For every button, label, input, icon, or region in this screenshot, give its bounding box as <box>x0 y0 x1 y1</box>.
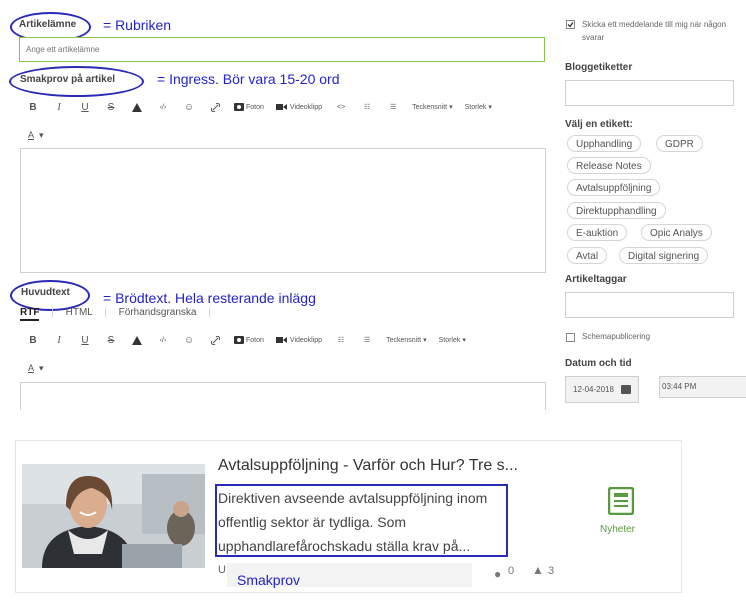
tag-avtalsuppfoljning[interactable]: Avtalsuppföljning <box>567 179 661 196</box>
underline-button[interactable]: U <box>78 100 92 114</box>
preview-excerpt: Direktiven avseende avtalsuppföljning in… <box>218 486 487 558</box>
size-dropdown[interactable]: Storlek ▾ <box>439 333 466 347</box>
time-value: 03:44 PM <box>662 382 697 391</box>
tag-digital-signering[interactable]: Digital signering <box>619 247 709 264</box>
preview-title[interactable]: Avtalsuppföljning - Varför och Hur? Tre … <box>218 457 518 475</box>
summary-label: Smakprov på artikel <box>20 74 116 85</box>
news-icon <box>608 487 634 515</box>
photo-button[interactable]: Foton <box>234 333 264 347</box>
tag-opic-analys[interactable]: Opic Analys <box>641 224 712 241</box>
emoji-icon[interactable]: ☺ <box>182 100 196 114</box>
comments-icon[interactable]: ● <box>494 567 501 581</box>
datetime-label: Datum och tid <box>565 358 632 369</box>
font-dropdown-label: Teckensnitt <box>412 103 448 111</box>
title-label: Artikelämne <box>19 19 77 30</box>
video-icon <box>275 337 283 343</box>
code-button[interactable]: ‹/› <box>156 333 170 347</box>
italic-button[interactable]: I <box>52 100 66 114</box>
calendar-icon[interactable] <box>621 385 631 394</box>
blog-tags-input[interactable] <box>565 80 734 106</box>
tab-rtf[interactable]: RTF <box>20 307 40 321</box>
ordered-list-icon[interactable]: ☷ <box>360 100 374 114</box>
font-dropdown[interactable]: Teckensnitt ▾ <box>386 333 427 347</box>
unordered-list-icon[interactable]: ☰ <box>360 333 374 347</box>
summary-annotation: = Ingress. Bör vara 15-20 ord <box>157 71 340 87</box>
video-button[interactable]: Videoklipp <box>275 333 323 347</box>
photo-label: Foton <box>246 103 264 111</box>
summary-toolbar: B I U S ‹/› ☺ Foton Videoklipp <> ☷ ☰ Te… <box>26 100 504 114</box>
unordered-list-icon[interactable]: ☰ <box>386 100 400 114</box>
font-color-button[interactable]: A ▾ <box>28 363 44 374</box>
article-thumbnail <box>22 464 205 568</box>
notify-label: Skicka ett meddelande till mig när någon… <box>582 20 727 42</box>
video-label: Videoklipp <box>289 336 323 344</box>
title-input[interactable] <box>19 37 545 62</box>
body-tabs: RTF | HTML | Förhandsgranska | <box>20 307 220 321</box>
tab-preview[interactable]: Förhandsgranska <box>119 307 197 318</box>
tab-html[interactable]: HTML <box>66 307 93 318</box>
video-button[interactable]: Videoklipp <box>275 100 323 114</box>
source-button[interactable]: <> <box>334 100 348 114</box>
strikethrough-button[interactable]: S <box>104 333 118 347</box>
video-icon <box>275 104 283 110</box>
italic-button[interactable]: I <box>52 333 66 347</box>
code-button[interactable]: ‹/› <box>156 100 170 114</box>
likes-count: 3 <box>548 565 555 577</box>
font-dropdown-label: Teckensnitt <box>386 336 422 344</box>
category-label: Nyheter <box>600 524 636 535</box>
excerpt-line: Direktiven avseende avtalsuppföljning in… <box>218 490 488 506</box>
schedule-checkbox[interactable] <box>566 333 575 342</box>
schedule-label: Schemapublicering <box>582 332 651 341</box>
font-color-label: A <box>28 130 35 140</box>
font-color-label: A <box>28 363 35 373</box>
time-input[interactable]: 03:44 PM <box>659 376 746 398</box>
bold-button[interactable]: B <box>26 333 40 347</box>
tag-avtal[interactable]: Avtal <box>567 247 608 264</box>
title-annotation: = Rubriken <box>103 17 172 33</box>
warning-icon[interactable] <box>130 100 144 114</box>
comments-count: 0 <box>508 565 515 577</box>
bold-button[interactable]: B <box>26 100 40 114</box>
link-icon[interactable] <box>208 333 222 347</box>
tag-gdpr[interactable]: GDPR <box>656 135 703 152</box>
size-dropdown-label: Storlek <box>438 336 461 344</box>
article-tags-input[interactable] <box>565 292 734 318</box>
tag-e-auktion[interactable]: E-auktion <box>567 224 628 241</box>
underline-button[interactable]: U <box>78 333 92 347</box>
tag-release-notes[interactable]: Release Notes <box>567 157 651 174</box>
warning-icon[interactable] <box>130 333 144 347</box>
article-tags-label: Artikeltaggar <box>565 274 627 285</box>
date-input[interactable]: 12-04-2018 <box>565 376 639 403</box>
body-toolbar: B I U S ‹/› ☺ Foton Videoklipp ☷ ☰ Tecke… <box>26 333 478 347</box>
size-dropdown-label: Storlek <box>464 103 487 111</box>
emoji-icon[interactable]: ☺ <box>182 333 196 347</box>
excerpt-annotation: Smakprov <box>237 572 301 588</box>
tag-upphandling[interactable]: Upphandling <box>567 135 642 152</box>
body-label: Huvudtext <box>21 287 70 298</box>
photo-button[interactable]: Foton <box>234 100 264 114</box>
camera-icon <box>234 336 244 344</box>
link-icon[interactable] <box>208 100 222 114</box>
date-value: 12-04-2018 <box>573 385 614 394</box>
excerpt-line: upphandlarefårochskadu ställa krav på... <box>218 538 471 554</box>
body-annotation: = Brödtext. Hela resterande inlägg <box>103 290 316 306</box>
author-initial: U <box>218 564 226 576</box>
excerpt-line: offentlig sektor är tydliga. Som <box>218 514 407 530</box>
strikethrough-button[interactable]: S <box>104 100 118 114</box>
summary-editor[interactable] <box>20 148 546 273</box>
video-label: Videoklipp <box>289 103 323 111</box>
likes-icon[interactable]: ▲ <box>532 563 544 577</box>
article-preview-card[interactable]: Avtalsuppföljning - Varför och Hur? Tre … <box>15 440 682 593</box>
blog-tags-label: Bloggetiketter <box>565 62 633 73</box>
font-dropdown[interactable]: Teckensnitt ▾ <box>412 100 453 114</box>
notify-checkbox[interactable] <box>566 20 575 29</box>
photo-label: Foton <box>246 336 264 344</box>
tag-direktupphandling[interactable]: Direktupphandling <box>567 202 666 219</box>
ordered-list-icon[interactable]: ☷ <box>334 333 348 347</box>
font-color-button[interactable]: A ▾ <box>28 130 44 141</box>
choose-tag-label: Välj en etikett: <box>565 119 633 130</box>
body-editor[interactable] <box>20 382 546 410</box>
size-dropdown[interactable]: Storlek ▾ <box>465 100 492 114</box>
camera-icon <box>234 103 244 111</box>
